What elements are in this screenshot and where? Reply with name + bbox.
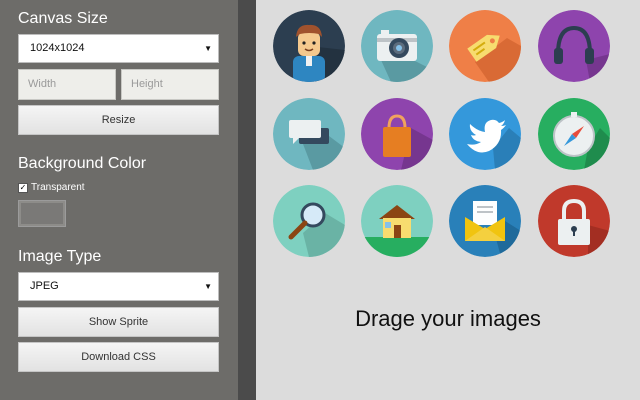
mail-icon[interactable] — [449, 185, 521, 257]
camera-icon[interactable] — [361, 10, 433, 82]
padlock-icon[interactable] — [538, 185, 610, 257]
chevron-down-icon: ▼ — [204, 282, 212, 291]
background-color-swatch[interactable] — [18, 200, 66, 227]
show-sprite-button[interactable]: Show Sprite — [18, 307, 219, 337]
magnifier-icon[interactable] — [273, 185, 345, 257]
compass-icon[interactable] — [538, 98, 610, 170]
transparent-label: Transparent — [31, 182, 85, 193]
home-icon[interactable] — [361, 185, 433, 257]
width-placeholder: Width — [28, 78, 57, 90]
height-input[interactable]: Height — [121, 69, 219, 100]
shopping-bag-icon[interactable] — [361, 98, 433, 170]
image-type-value: JPEG — [30, 280, 59, 292]
headphones-icon[interactable] — [538, 10, 610, 82]
canvas-size-value: 1024x1024 — [30, 42, 85, 54]
transparent-row: ✓ Transparent — [18, 182, 85, 193]
sidebar: Canvas Size 1024x1024 ▼ Width Height Res… — [0, 0, 238, 400]
transparent-checkbox[interactable]: ✓ — [18, 182, 28, 193]
price-tag-icon[interactable] — [449, 10, 521, 82]
height-placeholder: Height — [131, 78, 163, 90]
image-type-title: Image Type — [18, 248, 102, 265]
image-type-select[interactable]: JPEG ▼ — [18, 272, 219, 301]
chevron-down-icon: ▼ — [204, 44, 212, 53]
resize-button[interactable]: Resize — [18, 105, 219, 135]
twitter-bird-icon[interactable] — [449, 98, 521, 170]
drop-zone-label: Drage your images — [355, 306, 541, 331]
width-input[interactable]: Width — [18, 69, 116, 100]
panel-divider[interactable] — [238, 0, 256, 400]
drop-zone[interactable]: Drage your images — [256, 0, 640, 400]
canvas-size-title: Canvas Size — [18, 10, 108, 27]
download-css-button[interactable]: Download CSS — [18, 342, 219, 372]
background-color-title: Background Color — [18, 155, 147, 172]
chat-bubbles-icon[interactable] — [273, 98, 345, 170]
canvas-size-select[interactable]: 1024x1024 ▼ — [18, 34, 219, 63]
user-avatar-icon[interactable] — [273, 10, 345, 82]
